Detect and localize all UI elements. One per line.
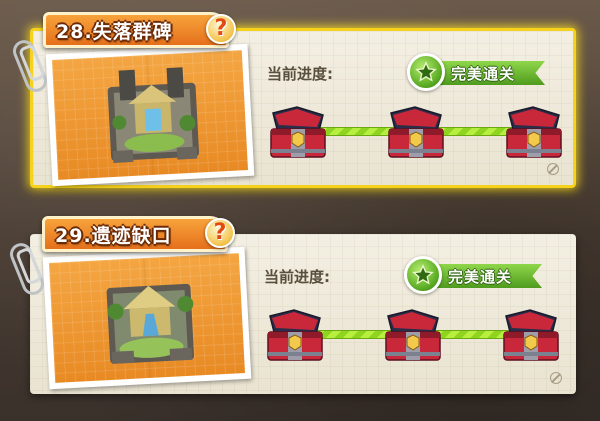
help-button[interactable]: ? — [205, 218, 235, 248]
treasure-chest-icon[interactable] — [503, 105, 565, 161]
treasure-chest-icon[interactable] — [382, 308, 444, 364]
star-icon — [404, 256, 442, 294]
help-button[interactable]: ? — [206, 14, 236, 44]
progress-label: 当前进度: — [267, 65, 333, 83]
treasure-chest-icon[interactable] — [385, 105, 447, 161]
level-thumbnail — [42, 246, 252, 390]
treasure-chest-icon[interactable] — [264, 308, 326, 364]
ruins-illustration — [106, 283, 195, 364]
chest-progress-row — [264, 306, 564, 366]
question-mark-icon: ? — [213, 220, 227, 245]
level-card-28[interactable]: 28.失落群碑 ? 当前进度: 完美通关 — [9, 12, 576, 188]
ruins-illustration — [107, 67, 200, 163]
level-thumbnail — [45, 43, 255, 187]
level-card-29[interactable]: 29.遗迹缺口 ? 当前进度: 完美通关 — [6, 216, 576, 394]
chest-progress-row — [267, 103, 567, 163]
disabled-icon — [547, 163, 559, 175]
level-title: 29.遗迹缺口 — [55, 224, 172, 247]
progress-label: 当前进度: — [264, 268, 330, 286]
level-title: 28.失落群碑 — [56, 20, 173, 43]
perfect-clear-badge: 完美通关 — [404, 256, 544, 294]
treasure-chest-icon[interactable] — [500, 308, 562, 364]
treasure-chest-icon[interactable] — [267, 105, 329, 161]
status-label: 完美通关 — [451, 64, 516, 83]
disabled-icon — [550, 372, 562, 384]
perfect-clear-badge: 完美通关 — [407, 53, 547, 91]
question-mark-icon: ? — [214, 16, 228, 41]
status-label: 完美通关 — [448, 267, 513, 286]
star-icon — [407, 53, 445, 91]
level-title-tab: 29.遗迹缺口 ? — [42, 216, 235, 252]
level-title-tab: 28.失落群碑 ? — [43, 12, 236, 48]
